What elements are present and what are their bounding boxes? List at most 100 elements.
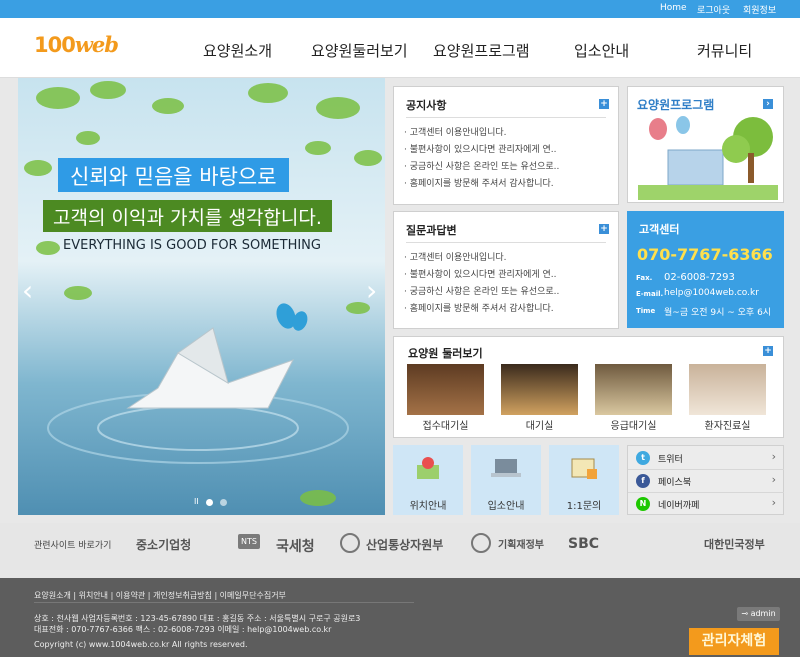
chevron-right-icon: › (771, 450, 776, 463)
admin-label: admin (750, 609, 776, 618)
list-item[interactable]: · 궁금하신 사항은 온라인 또는 유선으로.. (404, 284, 559, 301)
hero-pause-icon[interactable]: II (194, 497, 199, 506)
hero-dot-2[interactable] (220, 499, 227, 506)
partner-logo-nts[interactable]: 국세청 (276, 536, 315, 556)
hero-next-arrow[interactable]: › (366, 274, 377, 307)
hero-subheadline: 고객의 이익과 가치를 생각합니다. (43, 200, 332, 232)
sns-panel: t 트위터 › f 페이스북 › N 네이버까페 › (627, 445, 784, 515)
notice-title[interactable]: 공지사항 (406, 97, 446, 113)
hero-slider: 신뢰와 믿음을 바탕으로 고객의 이익과 가치를 생각합니다. EVERYTHI… (18, 78, 385, 515)
hero-headline: 신뢰와 믿음을 바탕으로 (58, 158, 289, 192)
nav-item-community[interactable]: 커뮤니티 (697, 40, 752, 61)
qna-more-icon[interactable]: + (599, 224, 609, 234)
hero-prev-arrow[interactable]: ‹ (22, 274, 33, 307)
divider (406, 242, 606, 243)
qna-title[interactable]: 질문과답변 (406, 222, 457, 238)
email-label: E-mail. (636, 290, 664, 298)
seal-icon (340, 533, 360, 553)
gallery-caption: 환자진료실 (704, 421, 751, 432)
home-link[interactable]: Home (660, 3, 687, 13)
key-icon: ⊸ (741, 609, 749, 618)
admin-experience-button[interactable]: 관리자체험 (689, 628, 779, 655)
seal-icon (471, 533, 491, 553)
gallery-image[interactable] (407, 364, 484, 415)
divider (406, 117, 606, 118)
sns-label: 네이버까페 (658, 501, 700, 511)
naver-icon: N (636, 497, 650, 511)
nav-item-admission[interactable]: 입소안내 (574, 40, 629, 61)
quick-location-button[interactable]: 위치안내 (393, 445, 463, 515)
program-arrow-icon: › (763, 99, 773, 109)
map-pin-icon (417, 457, 439, 479)
gallery-caption: 응급대기실 (610, 421, 657, 432)
nav-item-tour[interactable]: 요양원둘러보기 (311, 40, 408, 61)
gallery-caption: 접수대기실 (422, 421, 469, 432)
laptop-icon (491, 459, 521, 477)
gallery-caption: 대기실 (525, 421, 554, 432)
gallery-image[interactable] (595, 364, 672, 415)
list-item[interactable]: · 홈페이지를 방문해 주셔서 감사합니다. (404, 301, 559, 318)
partner-logo-sbc[interactable]: SBC (568, 536, 599, 552)
fax-label: Fax. (636, 274, 653, 282)
hero-illustration (24, 81, 382, 506)
quick-inquiry-button[interactable]: 1:1문의 (549, 445, 619, 515)
gallery-title[interactable]: 요양원 둘러보기 (408, 345, 483, 361)
partner-sites-label: 관련사이트 바로가기 (34, 541, 112, 551)
customer-phone: 070-7767-6366 (637, 245, 773, 264)
sns-facebook-link[interactable]: f 페이스북 › (628, 469, 784, 493)
twitter-icon: t (636, 451, 650, 465)
site-logo[interactable]: 100web (34, 32, 119, 57)
notebook-icon (571, 458, 597, 479)
sns-twitter-link[interactable]: t 트위터 › (628, 446, 784, 470)
nav-item-program[interactable]: 요양원프로그램 (433, 40, 530, 61)
hero-slogan: EVERYTHING IS GOOD FOR SOMETHING (63, 238, 321, 253)
program-title: 요양원프로그램 (637, 98, 715, 112)
chevron-right-icon: › (771, 473, 776, 486)
business-hours: 월~금 오전 9시 ~ 오후 6시 (664, 308, 772, 318)
divider (34, 602, 414, 603)
fax-number: 02-6008-7293 (664, 272, 735, 283)
time-label: Time (636, 307, 656, 315)
partner-logo-smba[interactable]: 중소기업청 (136, 536, 191, 553)
logout-link[interactable]: 로그아웃 (697, 3, 730, 16)
notice-list: · 고객센터 이용안내입니다. · 불편사항이 있으시다면 관리자에게 연.. … (404, 125, 559, 193)
gallery-image[interactable] (501, 364, 578, 415)
footer-copyright: Copyright (c) www.1004web.co.kr All righ… (34, 640, 248, 649)
gallery-more-icon[interactable]: + (763, 346, 773, 356)
list-item[interactable]: · 홈페이지를 방문해 주셔서 감사합니다. (404, 176, 559, 193)
partner-logo-korea-gov[interactable]: 대한민국정부 (704, 536, 765, 552)
list-item[interactable]: · 불편사항이 있으시다면 관리자에게 연.. (404, 267, 559, 284)
partner-logo-motie[interactable]: 산업통상자원부 (366, 536, 443, 553)
hero-dot-1[interactable] (206, 499, 213, 506)
admin-login-button[interactable]: ⊸ admin (737, 607, 780, 621)
program-illustration (638, 116, 778, 200)
sns-label: 트위터 (658, 455, 683, 465)
top-utility-bar: Home 로그아웃 회원정보 (0, 0, 800, 18)
footer-contact: 대표전화 : 070-7767-6366 팩스 : 02-6008-7293 이… (34, 625, 332, 634)
qna-list: · 고객센터 이용안내입니다. · 불편사항이 있으시다면 관리자에게 연.. … (404, 250, 559, 318)
sns-naver-cafe-link[interactable]: N 네이버까페 › (628, 492, 784, 516)
partner-logo-mosf[interactable]: 기획재정부 (498, 536, 544, 551)
list-item[interactable]: · 불편사항이 있으시다면 관리자에게 연.. (404, 142, 559, 159)
email-address: help@1004web.co.kr (664, 288, 759, 298)
member-info-link[interactable]: 회원정보 (743, 3, 776, 16)
quick-label: 1:1문의 (566, 501, 602, 512)
facebook-icon: f (636, 474, 650, 488)
nav-item-intro[interactable]: 요양원소개 (203, 40, 272, 61)
gallery-panel: 요양원 둘러보기 + 접수대기실 대기실 응급대기실 환자진료실 (393, 336, 784, 438)
notice-more-icon[interactable]: + (599, 99, 609, 109)
list-item[interactable]: · 고객센터 이용안내입니다. (404, 250, 559, 267)
sns-label: 페이스북 (658, 478, 692, 488)
list-item[interactable]: · 궁금하신 사항은 온라인 또는 유선으로.. (404, 159, 559, 176)
customer-center-panel: 고객센터 070-7767-6366 Fax. 02-6008-7293 E-m… (627, 211, 784, 328)
nts-logo-mark: NTS (238, 534, 260, 549)
gallery-image[interactable] (689, 364, 766, 415)
quick-label: 입소안내 (487, 501, 525, 512)
quick-label: 위치안내 (409, 501, 447, 512)
footer-links[interactable]: 요양원소개 | 위치안내 | 이용약관 | 개인정보취급방침 | 이메일무단수집… (34, 590, 286, 601)
quick-admission-button[interactable]: 입소안내 (471, 445, 541, 515)
notice-panel: 공지사항 + · 고객센터 이용안내입니다. · 불편사항이 있으시다면 관리자… (393, 86, 619, 205)
list-item[interactable]: · 고객센터 이용안내입니다. (404, 125, 559, 142)
customer-center-title: 고객센터 (639, 223, 680, 236)
program-panel[interactable]: 요양원프로그램 › (627, 86, 784, 203)
